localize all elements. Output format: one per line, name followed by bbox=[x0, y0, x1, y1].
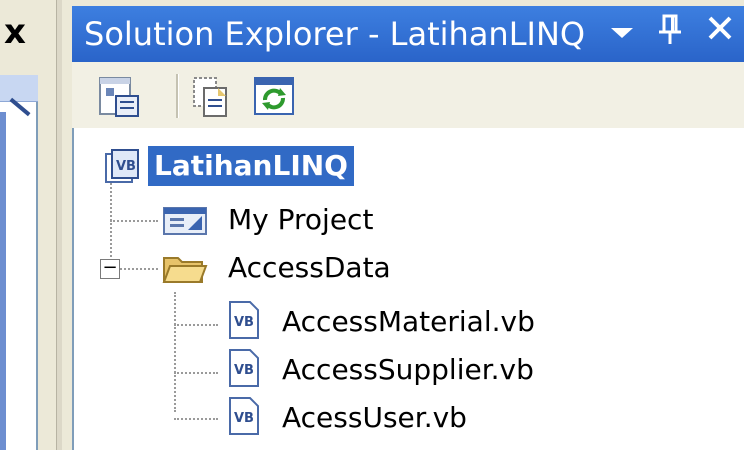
tree-item-label: My Project bbox=[228, 203, 374, 236]
tree-connector bbox=[110, 220, 158, 222]
tree-connector bbox=[174, 372, 218, 374]
left-panel-scrollbar[interactable] bbox=[0, 112, 6, 450]
tree-root-label: LatihanLINQ bbox=[147, 145, 355, 187]
folder-open-icon bbox=[162, 257, 208, 283]
toolbar bbox=[72, 62, 744, 129]
left-panel: x bbox=[0, 0, 62, 450]
collapse-toggle[interactable]: − bbox=[100, 259, 120, 279]
show-all-files-icon bbox=[193, 77, 227, 117]
close-icon bbox=[708, 16, 732, 40]
svg-text:VB: VB bbox=[234, 411, 254, 426]
show-all-files-button[interactable] bbox=[188, 74, 232, 118]
refresh-icon bbox=[254, 77, 294, 115]
title-bar[interactable]: Solution Explorer - LatihanLINQ bbox=[72, 6, 744, 62]
tree-connector bbox=[174, 418, 218, 420]
solution-explorer-window: Solution Explorer - LatihanLINQ VB Latih… bbox=[62, 0, 744, 450]
left-panel-close-icon[interactable]: x bbox=[4, 12, 26, 52]
tree-item-label: AccessSupplier.vb bbox=[282, 353, 534, 386]
vb-project-icon: VB bbox=[105, 149, 139, 183]
tree-connector bbox=[174, 324, 218, 326]
tree-item-accessmaterial[interactable]: VB AccessMaterial.vb bbox=[224, 298, 584, 346]
tree-item-label: AccessMaterial.vb bbox=[282, 305, 535, 338]
tree-item-label: AcessUser.vb bbox=[282, 401, 467, 434]
tree-item-my-project[interactable]: My Project bbox=[162, 196, 462, 244]
toolbar-separator bbox=[176, 74, 179, 118]
vb-file-icon: VB bbox=[229, 397, 259, 435]
close-button[interactable] bbox=[698, 12, 742, 52]
left-panel-header bbox=[0, 75, 38, 102]
properties-icon bbox=[99, 77, 139, 117]
chevron-down-icon bbox=[611, 28, 633, 38]
window-position-dropdown-button[interactable] bbox=[600, 16, 644, 52]
svg-text:VB: VB bbox=[234, 315, 254, 330]
tree-item-accesssupplier[interactable]: VB AccessSupplier.vb bbox=[224, 346, 584, 394]
refresh-button[interactable] bbox=[252, 74, 296, 118]
svg-text:VB: VB bbox=[234, 363, 254, 378]
svg-text:VB: VB bbox=[116, 159, 136, 174]
tree-root-node[interactable]: VB LatihanLINQ bbox=[92, 144, 412, 192]
my-project-icon bbox=[163, 207, 207, 235]
tree-connector bbox=[120, 268, 158, 270]
vb-file-icon: VB bbox=[229, 349, 259, 387]
tree-item-accessdata[interactable]: AccessData bbox=[162, 244, 462, 292]
window-title: Solution Explorer - LatihanLINQ bbox=[84, 15, 586, 53]
properties-button[interactable] bbox=[96, 74, 140, 118]
pin-button[interactable] bbox=[650, 12, 690, 52]
solution-tree: VB LatihanLINQ My Project − AccessData V… bbox=[72, 128, 744, 450]
tree-connector bbox=[174, 292, 176, 412]
vb-file-icon: VB bbox=[229, 301, 259, 339]
pin-icon bbox=[659, 14, 681, 44]
tree-item-label: AccessData bbox=[228, 251, 391, 284]
tree-item-acessuser[interactable]: VB AcessUser.vb bbox=[224, 394, 584, 442]
